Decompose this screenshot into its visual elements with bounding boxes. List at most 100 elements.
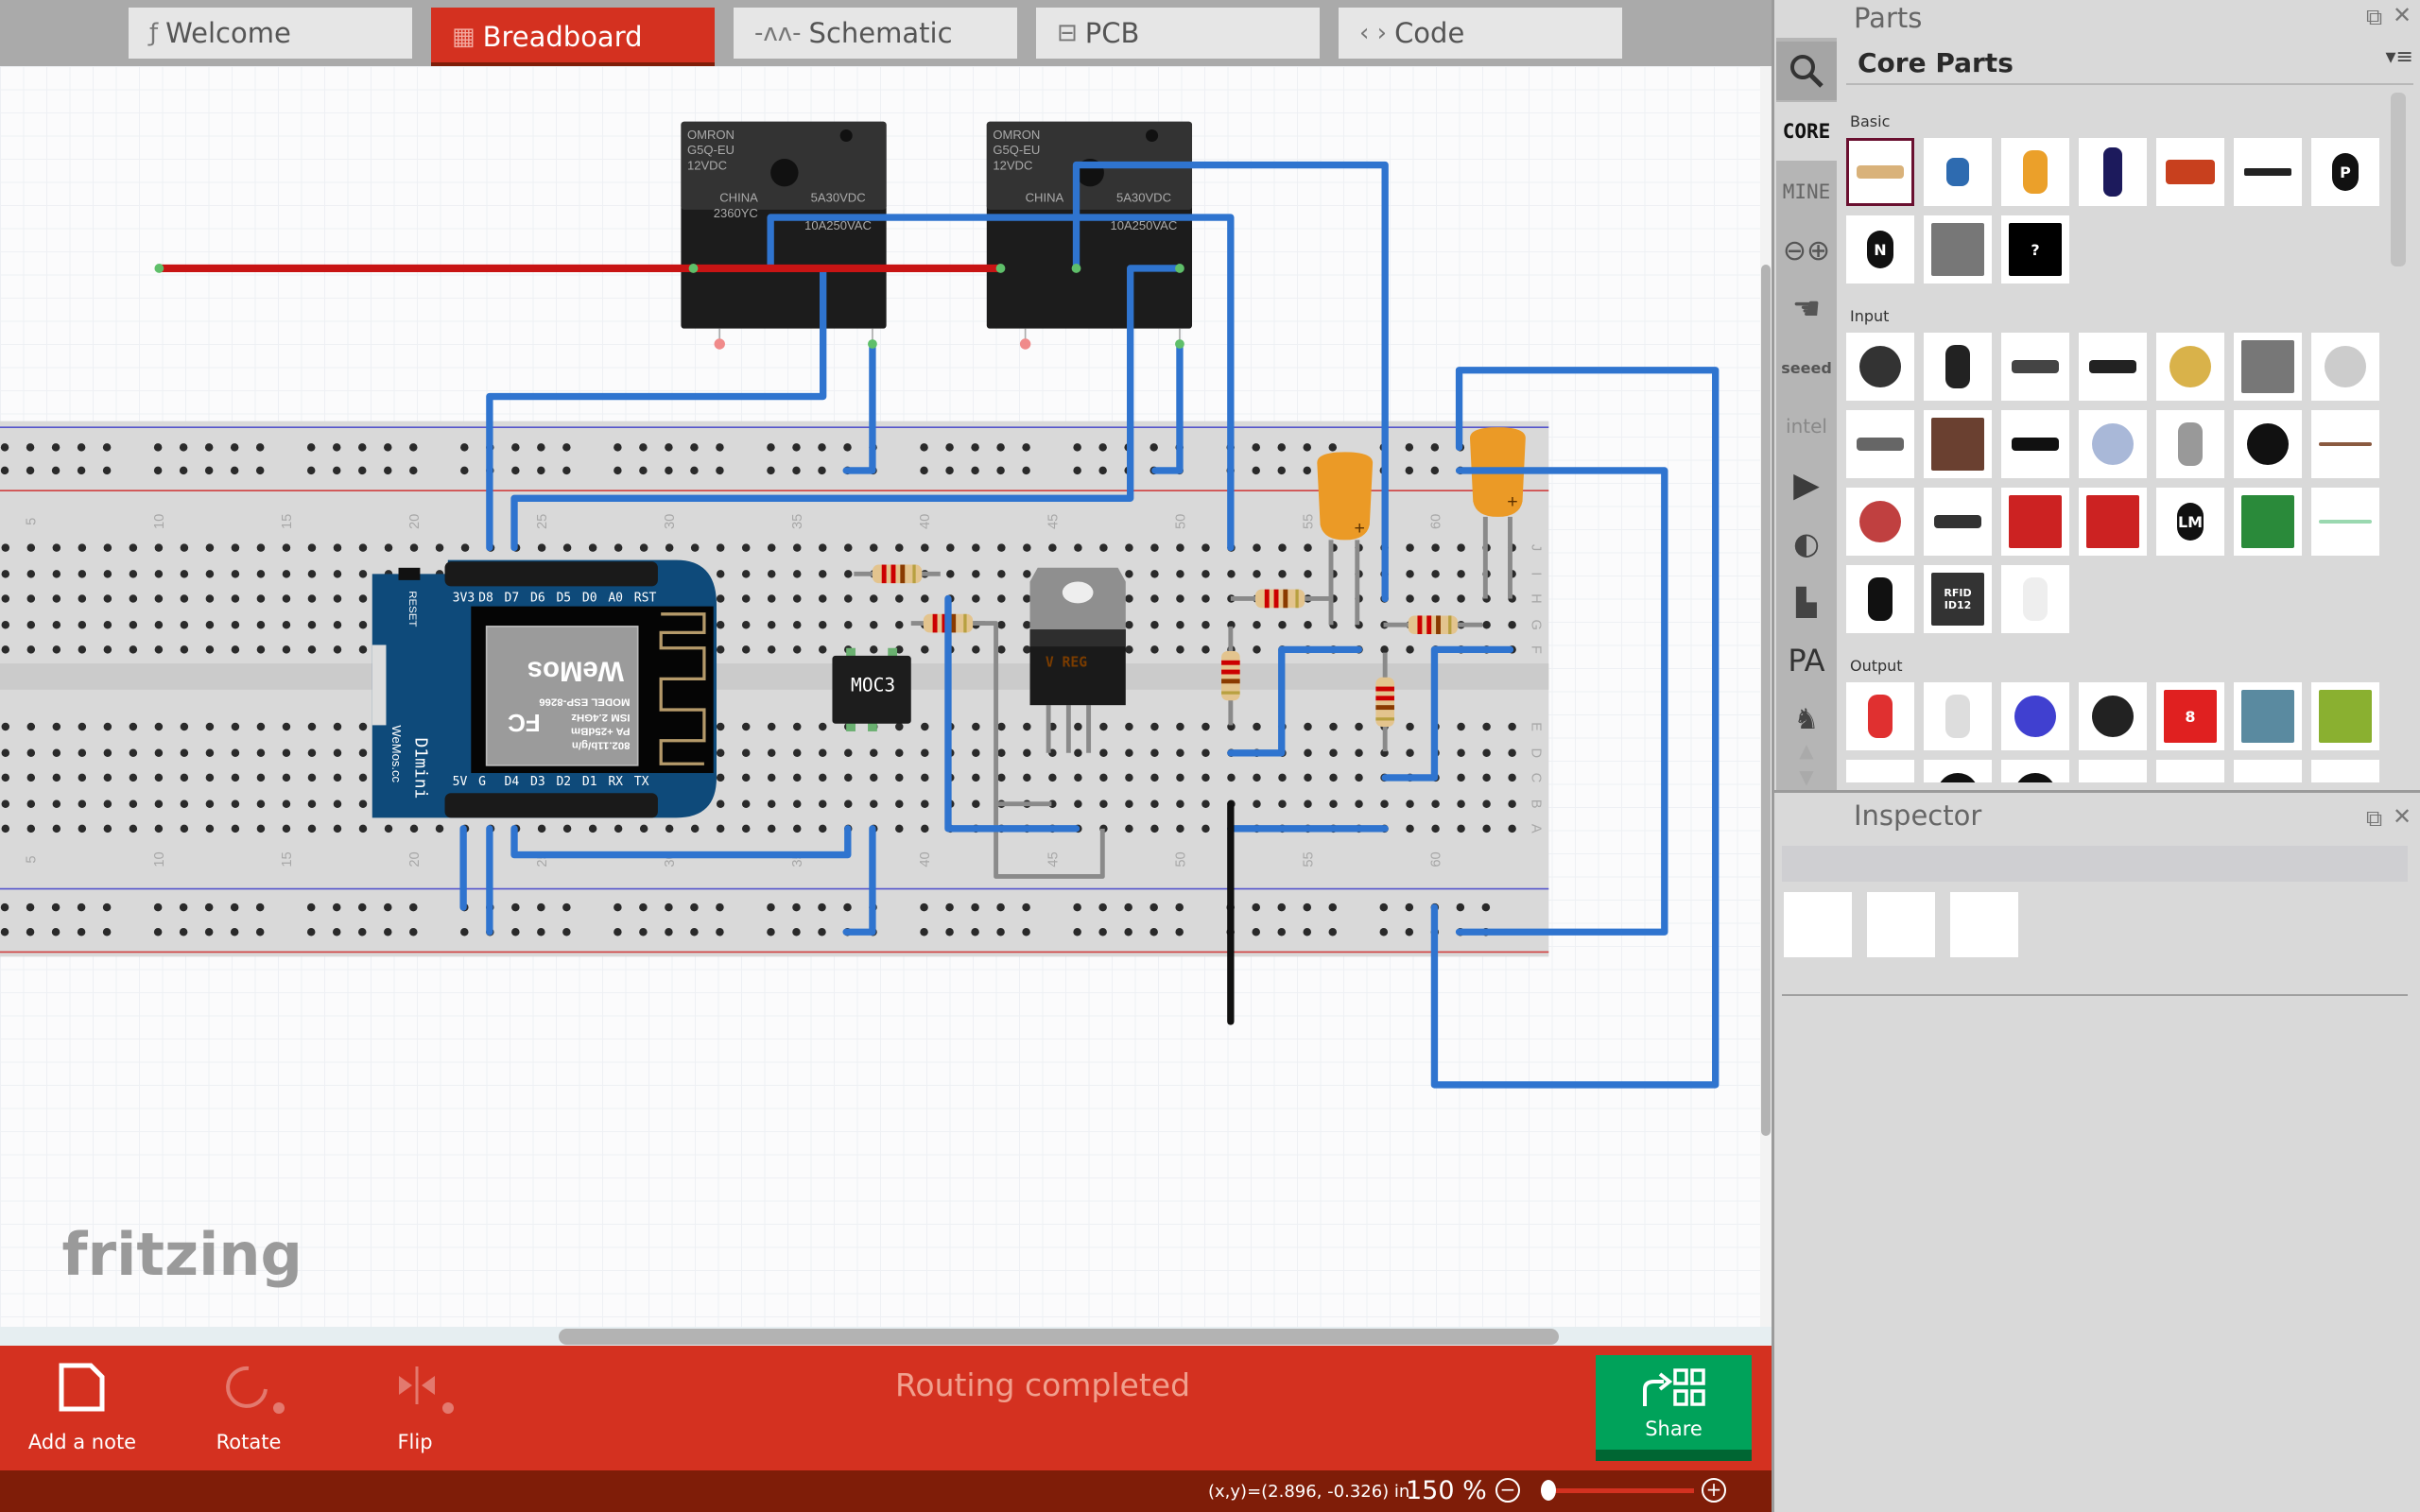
breadboard-hole[interactable] [103,824,112,833]
breadboard-hole[interactable] [231,722,240,731]
breadboard-hole[interactable] [1125,824,1133,833]
part-slide-switch-pot[interactable] [2001,333,2069,401]
breadboard-hole[interactable] [1355,722,1363,731]
rail-hole[interactable] [945,928,954,936]
rail-hole[interactable] [332,902,341,912]
part-temperature-sensor[interactable]: LM [2156,488,2224,556]
rail-hole[interactable] [1098,443,1107,452]
rail-hole[interactable] [1098,466,1107,475]
breadboard-hole[interactable] [1150,748,1159,758]
breadboard-hole[interactable] [972,799,980,808]
breadboard-hole[interactable] [333,620,342,629]
breadboard-hole[interactable] [129,824,138,833]
breadboard-hole[interactable] [997,748,1006,758]
rail-hole[interactable] [971,443,979,452]
breadboard-hole[interactable] [103,570,112,578]
breadboard-hole[interactable] [52,824,61,833]
breadboard-hole[interactable] [716,799,725,808]
rail-hole[interactable] [537,928,545,936]
breadboard-hole[interactable] [716,773,725,782]
breadboard-hole[interactable] [1431,824,1440,833]
core-bin-tab[interactable]: CORE [1776,102,1837,161]
rotate-button[interactable]: Rotate [178,1355,320,1459]
breadboard-hole[interactable] [1278,570,1287,578]
rail-hole[interactable] [409,902,418,912]
tab-code[interactable]: ‹ › Code [1339,8,1622,59]
breadboard-hole[interactable] [231,543,240,552]
part-fet-transistor[interactable] [1924,215,1992,284]
rail-hole[interactable] [665,466,673,475]
breadboard-hole[interactable] [205,645,215,654]
rail-hole[interactable] [332,443,341,452]
breadboard-hole[interactable] [895,543,904,552]
breadboard-hole[interactable] [256,594,266,603]
part-piezo-knob[interactable] [2156,333,2224,401]
breadboard-hole[interactable] [333,645,342,654]
breadboard-hole[interactable] [1023,620,1031,629]
breadboard-hole[interactable] [129,722,138,731]
breadboard-hole[interactable] [205,594,215,603]
rail-hole[interactable] [179,928,188,936]
breadboard-hole[interactable] [78,748,87,758]
breadboard-hole[interactable] [231,620,240,629]
breadboard-hole[interactable] [1048,773,1057,782]
bin-menu-icon[interactable]: ▾≡ [2386,45,2413,69]
breadboard-canvas[interactable]: 5 5 10 10 15 15 20 20 25 25 30 30 35 35 40 40 45 45 50 50 55… [0,66,1760,1327]
pa-bin-tab[interactable]: PA [1776,631,1837,690]
breadboard-hole[interactable] [1176,824,1184,833]
breadboard-hole[interactable] [103,594,112,603]
breadboard-hole[interactable] [921,773,929,782]
breadboard-hole[interactable] [205,570,215,578]
breadboard-hole[interactable] [129,570,138,578]
breadboard-hole[interactable] [844,620,853,629]
rail-hole[interactable] [767,466,775,475]
part-led-matrix[interactable] [2234,682,2302,750]
breadboard-hole[interactable] [1355,748,1363,758]
rail-hole[interactable] [1277,443,1286,452]
breadboard-hole[interactable] [231,799,240,808]
breadboard-hole[interactable] [307,722,317,731]
rail-hole[interactable] [614,902,622,912]
rail-hole[interactable] [51,466,60,475]
breadboard-hole[interactable] [103,773,112,782]
rail-hole[interactable] [843,443,852,452]
rail-hole[interactable] [26,928,35,936]
breadboard-hole[interactable] [333,748,342,758]
breadboard-hole[interactable] [205,748,215,758]
breadboard-hole[interactable] [460,543,470,552]
part-photocell[interactable] [1846,488,1914,556]
part-tilt-sensor[interactable] [2156,410,2224,478]
breadboard-hole[interactable] [78,824,87,833]
intel-bin-tab[interactable]: intel [1776,397,1837,455]
rail-hole[interactable] [384,443,392,452]
rail-hole[interactable] [1098,902,1107,912]
breadboard-hole[interactable] [154,570,164,578]
part-ceramic-capacitor[interactable] [1924,138,1992,206]
breadboard-hole[interactable] [26,570,36,578]
breadboard-hole[interactable] [103,748,112,758]
breadboard-hole[interactable] [1304,722,1312,731]
rail-hole[interactable] [818,902,826,912]
breadboard-hole[interactable] [180,620,189,629]
breadboard-hole[interactable] [1,570,10,578]
breadboard-hole[interactable] [997,570,1006,578]
breadboard-hole[interactable] [1201,620,1210,629]
rail-hole[interactable] [562,466,571,475]
rail-hole[interactable] [255,443,265,452]
breadboard-hole[interactable] [1380,799,1389,808]
breadboard-hole[interactable] [180,645,189,654]
breadboard-hole[interactable] [1201,824,1210,833]
breadboard-hole[interactable] [282,748,291,758]
part-seven-segment-display[interactable]: 8 [2156,682,2224,750]
rail-hole[interactable] [230,466,239,475]
breadboard-hole[interactable] [767,722,776,731]
breadboard-hole[interactable] [1406,543,1414,552]
breadboard-hole[interactable] [282,570,291,578]
part-force-sensor[interactable] [2234,410,2302,478]
breadboard-hole[interactable] [1125,543,1133,552]
breadboard-hole[interactable] [103,799,112,808]
rail-hole[interactable] [153,466,163,475]
breadboard-hole[interactable] [333,594,342,603]
breadboard-hole[interactable] [1201,543,1210,552]
rail-hole[interactable] [0,902,9,912]
